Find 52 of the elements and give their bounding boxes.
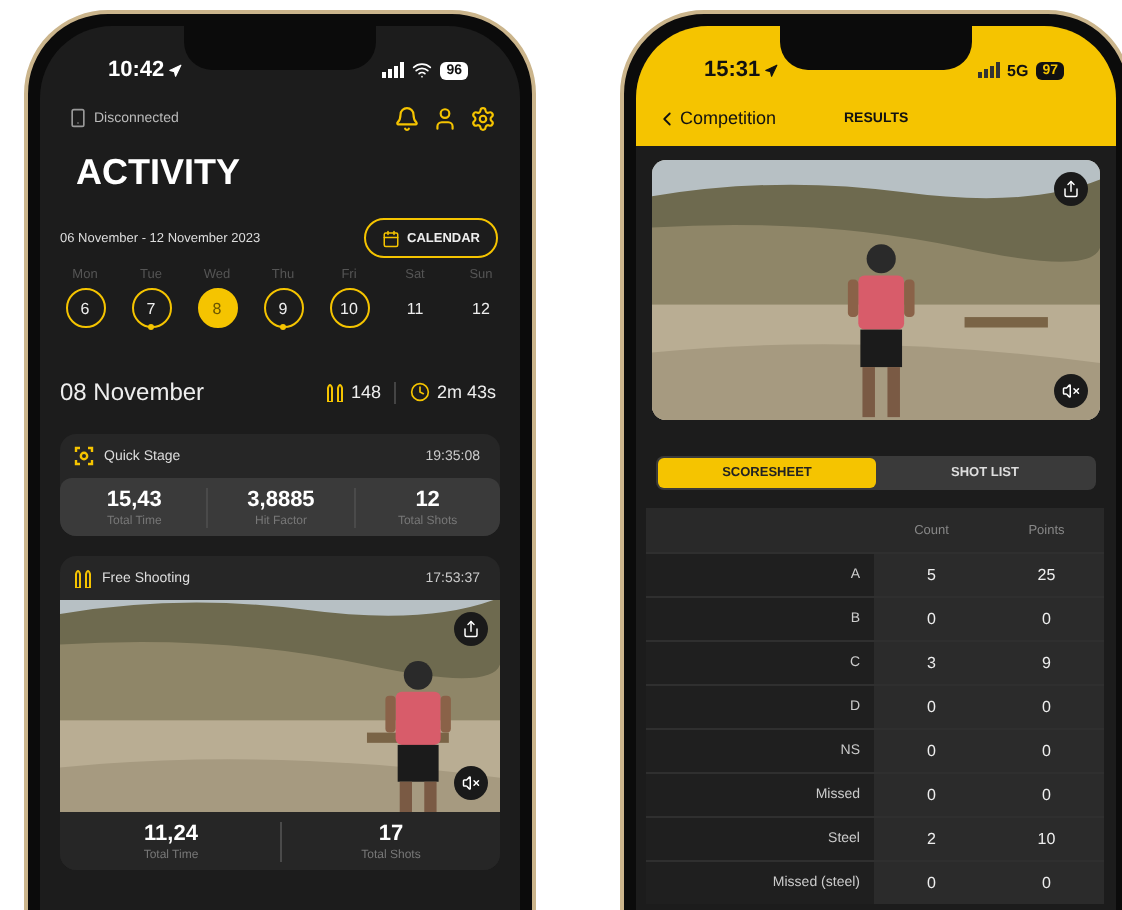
table-cell: 9 <box>1042 654 1051 672</box>
table-cell: 0 <box>927 698 936 716</box>
table-cell: 2 <box>927 830 936 848</box>
profile-icon[interactable] <box>432 105 458 131</box>
back-button[interactable]: Competition <box>656 107 844 129</box>
table-cell: 0 <box>1042 698 1051 716</box>
table-cell: 0 <box>1042 610 1051 628</box>
table-cell: 0 <box>927 610 936 628</box>
table-cell: 0 <box>927 786 936 804</box>
device-icon <box>68 108 88 128</box>
stat-value: 17 <box>378 822 404 846</box>
signal-icon <box>382 62 405 78</box>
table-cell: 0 <box>927 742 936 760</box>
location-icon <box>764 63 779 77</box>
day-button[interactable]: 6 <box>65 288 105 328</box>
notification-icon[interactable] <box>394 105 420 131</box>
share-icon <box>462 620 480 638</box>
table-cell: 0 <box>1042 786 1051 804</box>
settings-icon[interactable] <box>470 105 496 131</box>
day-button[interactable]: 8 <box>197 288 237 328</box>
stat-value: 15,43 <box>106 488 162 512</box>
summary-date: 08 November <box>60 378 205 406</box>
signal-icon <box>977 62 1000 78</box>
day-button[interactable]: 11 <box>395 288 435 328</box>
network-type: 5G <box>1007 61 1029 79</box>
stat-value: 3,8885 <box>247 488 315 512</box>
table-cell: 10 <box>1037 830 1056 848</box>
calendar-icon <box>381 229 400 247</box>
page-title: ACTIVITY <box>76 152 243 192</box>
table-cell: 0 <box>927 874 936 892</box>
duration: 2m 43s <box>436 382 496 402</box>
mute-icon <box>462 774 480 792</box>
table-cell: 0 <box>1042 874 1051 892</box>
bullets-icon <box>74 568 92 588</box>
location-icon <box>168 63 183 77</box>
clock-icon <box>410 382 431 402</box>
day-button[interactable]: 10 <box>329 288 369 328</box>
shot-count: 148 <box>350 382 381 402</box>
table-cell: 0 <box>1042 742 1051 760</box>
table-cell: 3 <box>927 654 936 672</box>
focus-icon <box>74 446 94 466</box>
bullets-icon <box>326 382 345 402</box>
share-icon <box>1062 180 1080 198</box>
day-button[interactable]: 12 <box>461 288 501 328</box>
mute-icon <box>1062 382 1080 400</box>
table-cell: 25 <box>1037 566 1056 584</box>
status-time: 10:42 <box>108 58 183 82</box>
stat-value: 12 <box>415 488 440 512</box>
wifi-icon <box>412 60 433 80</box>
stat-value: 11,24 <box>144 822 198 846</box>
table-cell: 5 <box>927 566 936 584</box>
status-time: 15:31 <box>704 58 779 82</box>
